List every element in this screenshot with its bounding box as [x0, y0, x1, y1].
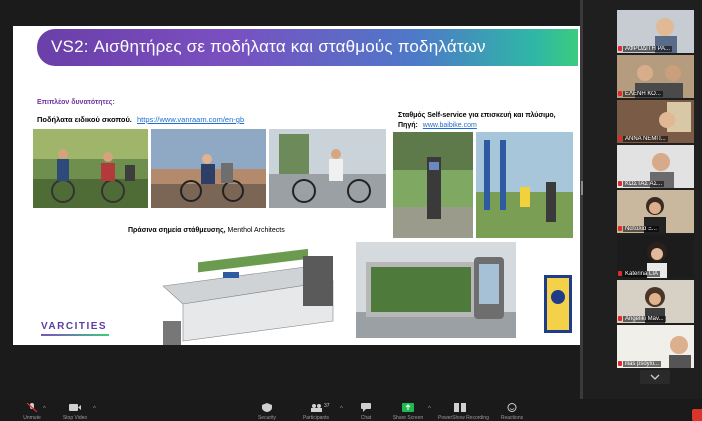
participant-name: ΕΛΕΝΗ ΚΟ...: [623, 91, 663, 97]
participant-tile[interactable]: ΚΩΣΤΑΣ ΑΣ...: [617, 145, 694, 188]
repair-station-photo: [393, 132, 473, 238]
participant-tile[interactable]: Katerina LIA: [617, 235, 694, 278]
mic-off-icon: [618, 361, 622, 366]
participant-tile[interactable]: Angeliki Mav...: [617, 280, 694, 323]
logo-underline: [41, 334, 109, 336]
presentation-slide: VS2: Αισθητήρες σε ποδήλατα και σταθμούς…: [13, 26, 580, 345]
security-label: Security: [257, 415, 277, 421]
participant-name: Angeliki Mav...: [623, 316, 666, 322]
varcities-logo: VARCITIES: [41, 321, 108, 332]
vanraam-link[interactable]: https://www.vanraam.com/en-gb: [137, 115, 244, 124]
share-screen-label: Share Screen: [392, 415, 424, 421]
baibike-link[interactable]: www.baibike.com: [423, 122, 477, 129]
participant-tile[interactable]: ilias psoyxi...: [617, 325, 694, 368]
participant-name: ΑΦΡΟΔΙΤΗ ΡΑ...: [623, 46, 673, 52]
more-options-label: Επιπλέον δυνατότητες:: [37, 99, 115, 106]
recording-button[interactable]: PowerShow Recording: [438, 401, 489, 421]
unmute-label: Unmute: [23, 415, 41, 421]
mic-off-icon: [618, 181, 622, 186]
participant-name: ilias psoyxi...: [623, 361, 662, 367]
mic-off-icon: [618, 226, 622, 231]
municipality-crest: [544, 275, 572, 333]
slide-title: VS2: Αισθητήρες σε ποδήλατα και σταθμούς…: [51, 37, 486, 56]
parking-module-diagram: [103, 236, 358, 345]
recording-icon: [454, 403, 466, 412]
microphone-muted-icon: [26, 403, 38, 412]
participant-name: Ναταλία Ξ...: [623, 226, 659, 232]
mic-off-icon: [618, 316, 622, 321]
participant-name: Katerina LIA: [623, 271, 661, 277]
tandem-wheelchair-photo: [33, 129, 148, 208]
share-options-caret[interactable]: ^: [428, 406, 431, 412]
stop-video-button[interactable]: Stop Video: [53, 401, 97, 421]
mic-off-icon: [618, 136, 622, 141]
green-parking-label: Πράσινα σημεία στάθμευσης, Menthol Archi…: [128, 227, 285, 234]
chat-bubble-icon: [361, 403, 371, 412]
participant-name: ΑΝΝΑ ΝΕΜΠ...: [623, 136, 668, 142]
station-label: Σταθμός Self-service για επισκευή και πλ…: [398, 111, 578, 131]
mic-off-icon: [618, 91, 622, 96]
recumbent-trike-photo: [269, 129, 386, 208]
wash-station-photo: [476, 132, 573, 238]
source-label: Πηγή:: [398, 122, 418, 129]
participants-icon: [311, 404, 322, 412]
scroll-down-button[interactable]: [640, 370, 670, 384]
participants-button[interactable]: 37 Participants: [294, 401, 338, 421]
security-button[interactable]: Security: [245, 401, 289, 421]
participant-tile[interactable]: ΑΦΡΟΔΙΤΗ ΡΑ...: [617, 10, 694, 53]
stop-video-label: Stop Video: [62, 415, 88, 421]
mic-off-icon: [618, 46, 622, 51]
end-meeting-button[interactable]: [692, 409, 702, 421]
station-title: Σταθμός Self-service για επισκευή και πλ…: [398, 112, 556, 119]
station-source: Πηγή: www.baibike.com: [398, 121, 578, 131]
chat-label: Chat: [360, 415, 372, 421]
chat-button[interactable]: Chat: [344, 401, 388, 421]
participants-label: Participants: [302, 415, 330, 421]
unmute-button[interactable]: Unmute: [10, 401, 54, 421]
video-options-caret[interactable]: ^: [93, 406, 96, 412]
participant-tile[interactable]: ΑΝΝΑ ΝΕΜΠ...: [617, 100, 694, 143]
duo-bike-photo: [151, 129, 266, 208]
participants-count: 37: [324, 403, 330, 409]
special-bikes-text: Ποδήλατα ειδικού σκοπού.: [37, 115, 132, 124]
video-camera-icon: [69, 404, 81, 411]
mic-off-icon: [618, 271, 622, 276]
audio-options-caret[interactable]: ^: [43, 406, 46, 412]
green-parking-rest: Menthol Architects: [225, 227, 285, 234]
participants-options-caret[interactable]: ^: [340, 406, 343, 412]
green-parking-bold: Πράσινα σημεία στάθμευσης,: [128, 227, 226, 234]
participant-tile[interactable]: ΕΛΕΝΗ ΚΟ...: [617, 55, 694, 98]
participant-tile[interactable]: Ναταλία Ξ...: [617, 190, 694, 233]
participant-name: ΚΩΣΤΑΣ ΑΣ...: [623, 181, 665, 187]
recording-label: PowerShow Recording: [438, 415, 489, 421]
parking-module-render: [356, 242, 516, 338]
special-bikes-label: Ποδήλατα ειδικού σκοπού. https://www.van…: [37, 115, 244, 124]
share-screen-button[interactable]: Share Screen: [386, 401, 430, 421]
reactions-label: Reactions: [500, 415, 524, 421]
shield-icon: [262, 403, 272, 412]
smiley-icon: [507, 403, 517, 412]
chevron-down-icon: [650, 374, 660, 380]
share-screen-icon: [402, 403, 414, 412]
reactions-button[interactable]: Reactions: [490, 401, 534, 421]
